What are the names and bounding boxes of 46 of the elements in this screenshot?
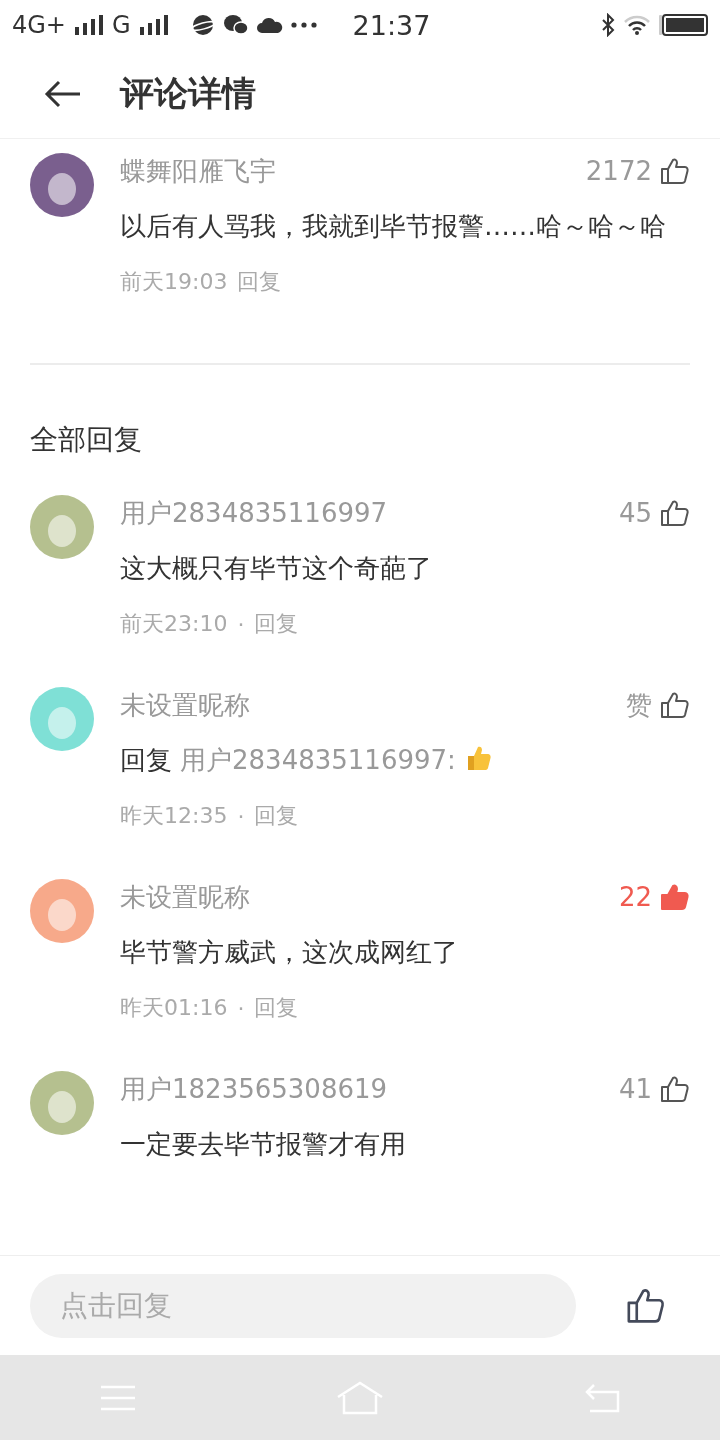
reply-link[interactable]: 回复 [254,801,299,831]
reply-link[interactable]: 回复 [254,609,299,639]
planet-icon [190,13,215,37]
back-button[interactable] [44,79,82,109]
separator-dot: · [237,611,245,637]
home-button[interactable] [336,1380,384,1415]
like-button[interactable]: 赞 [626,687,690,723]
menu-button[interactable] [100,1384,136,1411]
chat-bubbles-icon [222,14,249,36]
network-label: 4G+ [12,11,66,39]
reply-link[interactable]: 回复 [254,993,299,1023]
like-button[interactable]: 45 [618,498,690,528]
user-name[interactable]: 未设置昵称 [120,687,250,723]
like-button[interactable]: 41 [618,1074,690,1104]
like-button[interactable]: 22 [618,882,690,912]
clock: 21:37 [352,9,431,41]
wifi-icon [624,15,650,35]
comment-time: 昨天01:16 [120,994,228,1022]
comment-text: 毕节警方威武，这次成网红了 [120,936,459,969]
separator-dot: · [237,803,245,829]
network-label: G [112,11,131,39]
avatar-icon[interactable] [30,153,94,217]
user-name[interactable]: 蝶舞阳雁飞宇 [120,153,276,189]
comment-text: 以后有人骂我，我就到毕节报警……哈～哈～哈 [120,210,667,243]
signal-icon [138,15,169,35]
comment-time: 昨天12:35 [120,802,228,830]
like-button[interactable]: 2172 [585,156,690,186]
cloud-icon [256,16,283,34]
more-icon [290,22,317,28]
page-title: 评论详情 [120,72,256,115]
signal-icon [74,15,104,35]
battery-icon [658,14,708,36]
user-name[interactable]: 用户2834835116997 [120,495,388,531]
reply-input-field[interactable]: 点击回复 [30,1273,576,1338]
user-name[interactable]: 用户1823565308619 [120,1071,388,1107]
comment-time: 前天19:03 [120,268,228,296]
bluetooth-icon [600,13,616,37]
comment-text: 一定要去毕节报警才有用 [120,1128,407,1161]
user-name[interactable]: 未设置昵称 [120,879,250,915]
separator-dot: · [237,995,245,1021]
section-title: 全部回复 [30,422,143,458]
comment-time: 前天23:10 [120,610,228,638]
reply-link[interactable]: 回复 [237,267,282,297]
comment-text: 回复 用户2834835116997: [120,737,680,783]
comment-text: 这大概只有毕节这个奇葩了 [120,552,433,585]
like-button[interactable] [626,1287,666,1324]
